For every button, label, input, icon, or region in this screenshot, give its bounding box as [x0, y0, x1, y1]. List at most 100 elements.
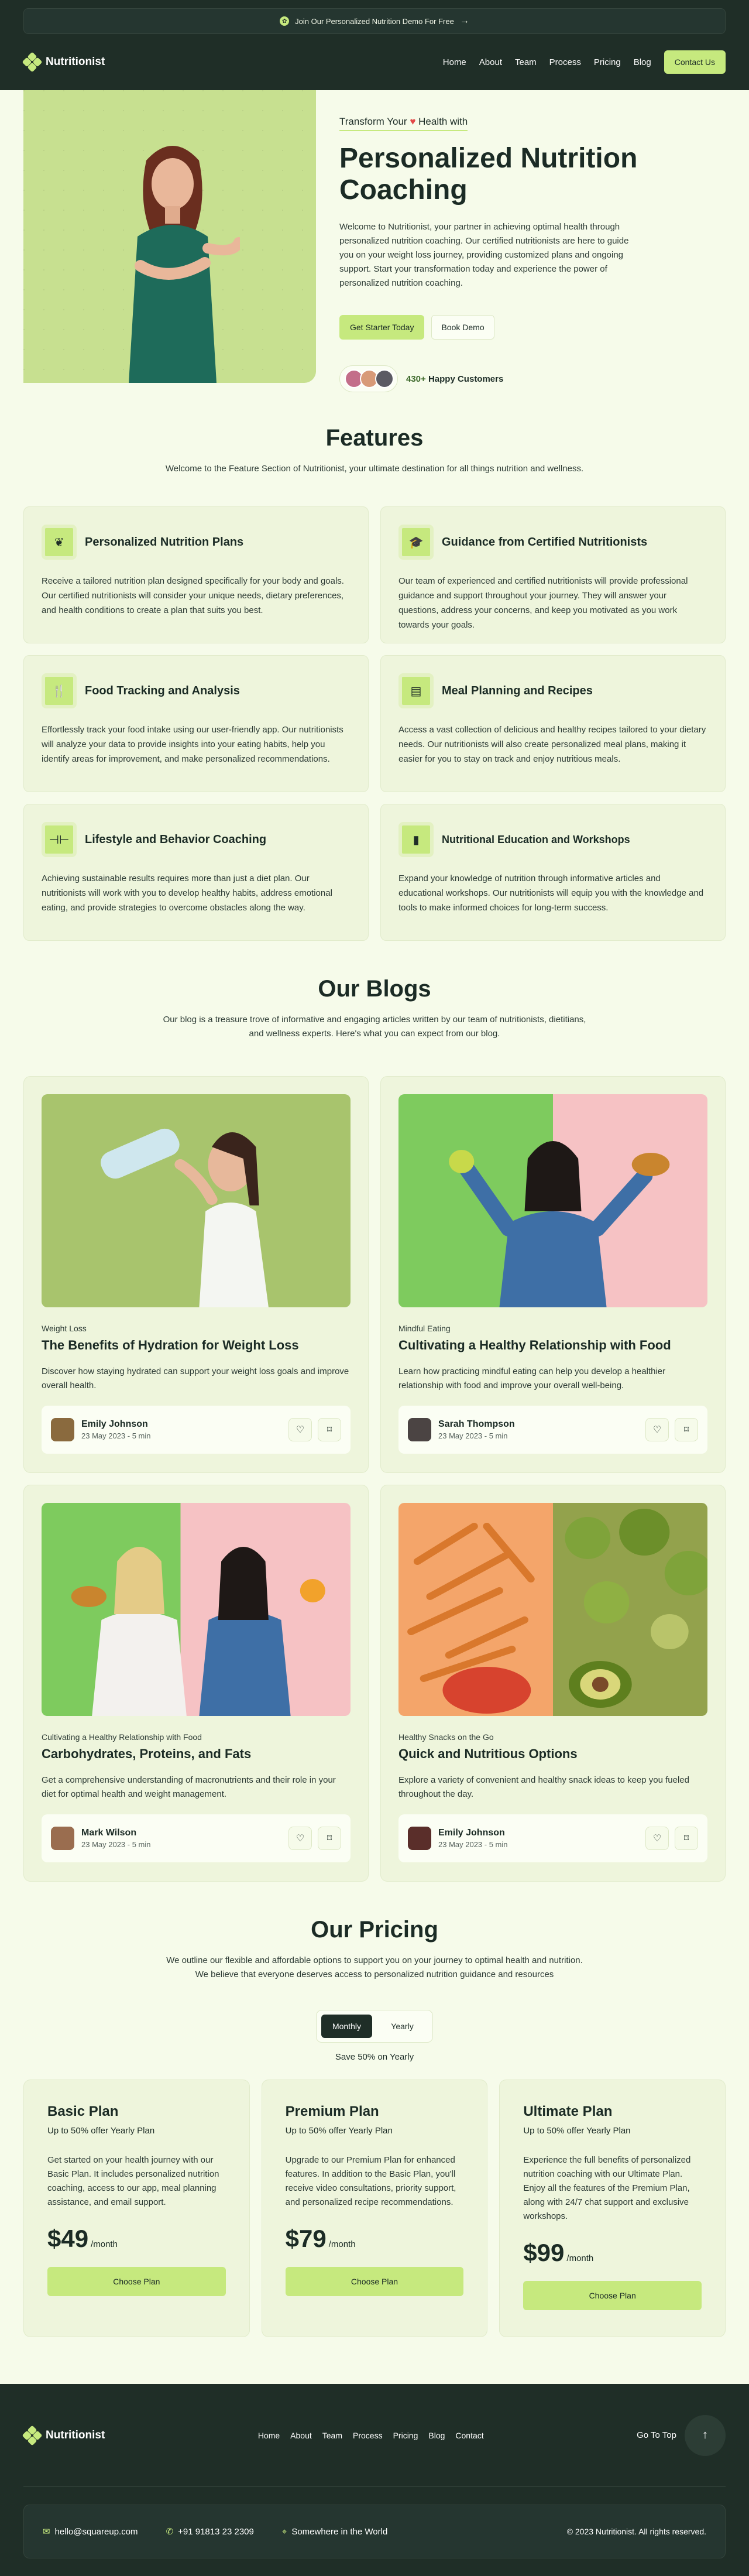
blog-image [398, 1503, 707, 1716]
toggle-monthly[interactable]: Monthly [321, 2015, 372, 2038]
happy-customers: 430+ Happy Customers [339, 365, 726, 392]
blog-card[interactable]: Weight Loss The Benefits of Hydration fo… [23, 1076, 369, 1473]
hero-title: Personalized Nutrition Coaching [339, 143, 638, 205]
promo-banner[interactable]: ✿ Join Our Personalized Nutrition Demo F… [23, 8, 726, 34]
footer-link-about[interactable]: About [290, 2431, 312, 2440]
fork-knife-icon: 🍴 [42, 673, 77, 708]
blog-image [42, 1503, 351, 1716]
feature-card: ❦ Personalized Nutrition Plans Receive a … [23, 506, 369, 643]
blog-card[interactable]: Mindful Eating Cultivating a Healthy Rel… [380, 1076, 726, 1473]
customers-count: 430+ [406, 374, 426, 384]
plan-name: Basic Plan [47, 2104, 119, 2119]
bookmark-icon[interactable]: ⌑ [318, 1418, 341, 1441]
avatar [375, 369, 394, 388]
footer-link-home[interactable]: Home [258, 2431, 280, 2440]
footer-link-pricing[interactable]: Pricing [393, 2431, 418, 2440]
feature-title: Meal Planning and Recipes [442, 684, 593, 697]
blog-title[interactable]: Quick and Nutritious Options [398, 1746, 707, 1762]
logo-text: Nutritionist [46, 56, 105, 68]
hero-image [23, 90, 316, 383]
choose-plan-button[interactable]: Choose Plan [285, 2267, 464, 2296]
save-text: Save 50% on Yearly [335, 2052, 414, 2062]
nav-link-blog[interactable]: Blog [634, 57, 651, 67]
blog-description: Get a comprehensive understanding of mac… [42, 1775, 336, 1799]
choose-plan-button[interactable]: Choose Plan [523, 2281, 702, 2310]
features-title: Features [325, 425, 424, 451]
nav-link-process[interactable]: Process [549, 57, 581, 67]
plan-period: /month [566, 2253, 594, 2263]
contact-us-button[interactable]: Contact Us [664, 50, 726, 74]
logo[interactable]: Nutritionist [22, 52, 105, 73]
blogs-subtitle: Our blog is a treasure trove of informat… [23, 1013, 726, 1041]
clipboard-icon: ▤ [398, 673, 434, 708]
post-date: 23 May 2023 - 5 min [81, 1840, 151, 1849]
blog-title[interactable]: Cultivating a Healthy Relationship with … [398, 1338, 707, 1353]
pricing-card: Ultimate Plan Up to 50% offer Yearly Pla… [499, 2080, 726, 2337]
author-name: Emily Johnson [438, 1828, 505, 1838]
heart-icon[interactable]: ♡ [645, 1827, 669, 1850]
toggle-yearly[interactable]: Yearly [377, 2015, 428, 2038]
banner-text: Join Our Personalized Nutrition Demo For… [295, 16, 454, 26]
author-name: Mark Wilson [81, 1828, 137, 1838]
nav-link-about[interactable]: About [479, 57, 502, 67]
footer-link-process[interactable]: Process [353, 2431, 383, 2440]
contact-phone[interactable]: ✆ +91 91813 23 2309 [166, 2526, 254, 2537]
feature-description: Achieving sustainable results requires m… [42, 873, 332, 913]
plan-period: /month [91, 2239, 118, 2249]
tagline-after: Health with [418, 116, 468, 127]
post-date: 23 May 2023 - 5 min [81, 1431, 151, 1440]
plan-price: $49 [47, 2225, 89, 2252]
blogs-title: Our Blogs [318, 976, 431, 1002]
blog-image [42, 1094, 351, 1307]
bookmark-icon[interactable]: ⌑ [675, 1827, 698, 1850]
blog-card[interactable]: Healthy Snacks on the Go Quick and Nutri… [380, 1485, 726, 1882]
heart-icon[interactable]: ♡ [288, 1418, 312, 1441]
blog-title[interactable]: The Benefits of Hydration for Weight Los… [42, 1338, 351, 1353]
footer-link-blog[interactable]: Blog [428, 2431, 445, 2440]
pricing-card: Basic Plan Up to 50% offer Yearly Plan G… [23, 2080, 250, 2337]
customers-label: Happy Customers [428, 374, 504, 384]
blog-author: Emily Johnson 23 May 2023 - 5 min ♡ ⌑ [42, 1406, 351, 1454]
nav-link-pricing[interactable]: Pricing [594, 57, 621, 67]
hero-tagline: Transform Your ♥ Health with [339, 116, 468, 131]
feature-description: Access a vast collection of delicious an… [398, 725, 706, 764]
phone-text: +91 91813 23 2309 [178, 2527, 254, 2537]
plan-description: Upgrade to our Premium Plan for enhanced… [285, 2155, 456, 2207]
get-started-button[interactable]: Get Starter Today [339, 315, 425, 340]
plan-description: Experience the full benefits of personal… [523, 2155, 691, 2221]
footer-link-contact[interactable]: Contact [455, 2431, 483, 2440]
copyright: © 2023 Nutritionist. All rights reserved… [566, 2527, 706, 2536]
go-to-top[interactable]: Go To Top ↑ [637, 2414, 726, 2456]
bookmark-icon[interactable]: ⌑ [318, 1827, 341, 1850]
choose-plan-button[interactable]: Choose Plan [47, 2267, 226, 2296]
heart-icon[interactable]: ♡ [288, 1827, 312, 1850]
feature-card: ▮ Nutritional Education and Workshops Exp… [380, 804, 726, 941]
go-to-top-label: Go To Top [637, 2430, 676, 2440]
pricing-subtitle: We outline our flexible and affordable o… [23, 1954, 726, 1982]
heart-icon[interactable]: ♡ [645, 1418, 669, 1441]
email-text: hello@squareup.com [54, 2527, 138, 2537]
plan-offer: Up to 50% offer Yearly Plan [47, 2126, 155, 2136]
nav-link-home[interactable]: Home [443, 57, 466, 67]
customer-avatars [339, 365, 398, 392]
arrow-up-icon[interactable]: ↑ [684, 2414, 726, 2456]
hero-section: Transform Your ♥ Health with Personalize… [23, 90, 726, 392]
feature-title: Lifestyle and Behavior Coaching [85, 833, 267, 846]
footer-logo[interactable]: Nutritionist [22, 2425, 105, 2445]
pricing-subtitle-line: We outline our flexible and affordable o… [166, 1955, 583, 1965]
jar-icon: ▮ [398, 822, 434, 857]
footer: Nutritionist Home About Team Process Pri… [0, 2384, 749, 2576]
blog-category: Weight Loss [42, 1324, 87, 1333]
book-demo-button[interactable]: Book Demo [431, 315, 494, 340]
contact-email[interactable]: ✉ hello@squareup.com [43, 2526, 138, 2537]
footer-link-team[interactable]: Team [322, 2431, 342, 2440]
feature-title: Guidance from Certified Nutritionists [442, 535, 648, 549]
blog-author: Mark Wilson 23 May 2023 - 5 min ♡ ⌑ [42, 1814, 351, 1862]
bookmark-icon[interactable]: ⌑ [675, 1418, 698, 1441]
post-date: 23 May 2023 - 5 min [438, 1840, 508, 1849]
nav-link-team[interactable]: Team [515, 57, 537, 67]
blog-title[interactable]: Carbohydrates, Proteins, and Fats [42, 1746, 351, 1762]
features-section: Features Welcome to the Feature Section … [23, 392, 726, 941]
pricing-section: Our Pricing We outline our flexible and … [23, 1882, 726, 2337]
blog-card[interactable]: Cultivating a Healthy Relationship with … [23, 1485, 369, 1882]
